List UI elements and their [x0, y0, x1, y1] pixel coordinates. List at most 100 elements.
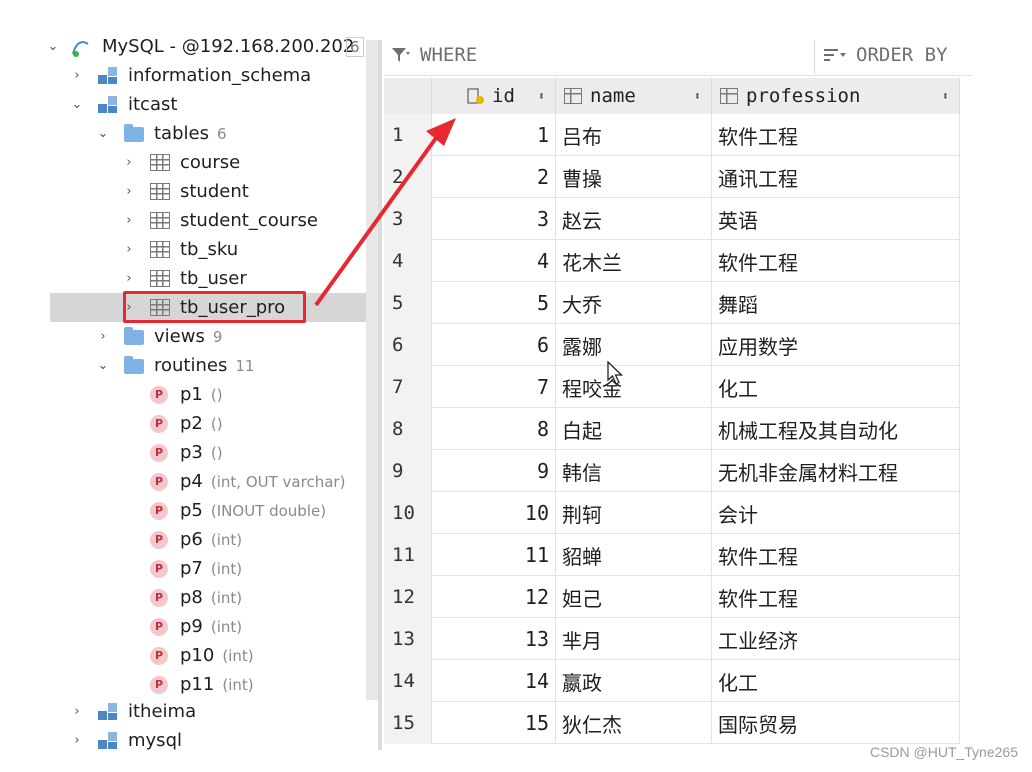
chevron-right-icon[interactable]: ›	[122, 184, 136, 199]
tree-node-table[interactable]: › tb_user	[0, 264, 378, 293]
tree-node-routine[interactable]: P p5 (INOUT double)	[0, 496, 378, 525]
tree-node-routine[interactable]: P p10 (int)	[0, 641, 378, 670]
tree-node-routine[interactable]: P p11 (int)	[0, 670, 378, 699]
cell-profession[interactable]: 机械工程及其自动化	[712, 408, 960, 450]
cell-name[interactable]: 程咬金	[556, 366, 712, 408]
column-header-id[interactable]: id ⬍	[432, 78, 556, 114]
cell-id[interactable]: 7	[432, 366, 556, 408]
cell-name[interactable]: 芈月	[556, 618, 712, 660]
row-number[interactable]: 11	[384, 534, 432, 576]
tree-node-routine[interactable]: P p1 ()	[0, 380, 378, 409]
cell-name[interactable]: 貂蝉	[556, 534, 712, 576]
chevron-right-icon[interactable]: ›	[122, 242, 136, 257]
where-filter[interactable]: WHERE	[390, 44, 477, 66]
cell-profession[interactable]: 通讯工程	[712, 156, 960, 198]
table-row[interactable]: 11 11 貂蝉 软件工程	[384, 534, 960, 576]
row-number[interactable]: 8	[384, 408, 432, 450]
chevron-right-icon[interactable]: ›	[70, 704, 84, 719]
chevron-down-icon[interactable]: ⌄	[96, 358, 110, 373]
tree-node-table[interactable]: › course	[0, 148, 378, 177]
cell-id[interactable]: 6	[432, 324, 556, 366]
cell-profession[interactable]: 国际贸易	[712, 702, 960, 744]
tree-node-table[interactable]: › student	[0, 177, 378, 206]
row-number[interactable]: 2	[384, 156, 432, 198]
cell-id[interactable]: 9	[432, 450, 556, 492]
table-row[interactable]: 15 15 狄仁杰 国际贸易	[384, 702, 960, 744]
tree-node-connection[interactable]: ⌄ MySQL - @192.168.200.202 6	[0, 32, 378, 61]
cell-name[interactable]: 花木兰	[556, 240, 712, 282]
cell-id[interactable]: 2	[432, 156, 556, 198]
row-number[interactable]: 6	[384, 324, 432, 366]
table-row[interactable]: 6 6 露娜 应用数学	[384, 324, 960, 366]
tree-node-routine[interactable]: P p9 (int)	[0, 612, 378, 641]
cell-profession[interactable]: 无机非金属材料工程	[712, 450, 960, 492]
cell-id[interactable]: 10	[432, 492, 556, 534]
cell-name[interactable]: 赵云	[556, 198, 712, 240]
tree-node-routine[interactable]: P p4 (int, OUT varchar)	[0, 467, 378, 496]
cell-id[interactable]: 15	[432, 702, 556, 744]
tree-node-table[interactable]: › tb_sku	[0, 235, 378, 264]
row-number[interactable]: 9	[384, 450, 432, 492]
cell-id[interactable]: 3	[432, 198, 556, 240]
cell-id[interactable]: 13	[432, 618, 556, 660]
table-row[interactable]: 2 2 曹操 通讯工程	[384, 156, 960, 198]
column-header-profession[interactable]: profession ⬍	[712, 78, 960, 114]
tree-node-routines-folder[interactable]: ⌄ routines 11	[0, 351, 378, 380]
table-row[interactable]: 13 13 芈月 工业经济	[384, 618, 960, 660]
row-number[interactable]: 7	[384, 366, 432, 408]
column-header-name[interactable]: name ⬍	[556, 78, 712, 114]
row-number[interactable]: 12	[384, 576, 432, 618]
cell-profession[interactable]: 化工	[712, 366, 960, 408]
cell-profession[interactable]: 软件工程	[712, 114, 960, 156]
sort-toggle-icon[interactable]: ⬍	[694, 89, 701, 103]
tree-node-mysql[interactable]: › mysql	[0, 726, 378, 755]
cell-id[interactable]: 14	[432, 660, 556, 702]
cell-name[interactable]: 韩信	[556, 450, 712, 492]
cell-profession[interactable]: 舞蹈	[712, 282, 960, 324]
tree-node-itheima[interactable]: › itheima	[0, 697, 378, 726]
cell-profession[interactable]: 软件工程	[712, 534, 960, 576]
cell-profession[interactable]: 软件工程	[712, 576, 960, 618]
tree-node-views-folder[interactable]: › views 9	[0, 322, 378, 351]
cell-name[interactable]: 吕布	[556, 114, 712, 156]
table-row[interactable]: 10 10 荆轲 会计	[384, 492, 960, 534]
cell-profession[interactable]: 化工	[712, 660, 960, 702]
cell-profession[interactable]: 应用数学	[712, 324, 960, 366]
table-row[interactable]: 12 12 妲己 软件工程	[384, 576, 960, 618]
order-by-filter[interactable]: ORDER BY	[822, 44, 948, 66]
chevron-right-icon[interactable]: ›	[122, 271, 136, 286]
row-number[interactable]: 5	[384, 282, 432, 324]
table-row[interactable]: 1 1 吕布 软件工程	[384, 114, 960, 156]
tree-node-routine[interactable]: P p8 (int)	[0, 583, 378, 612]
cell-name[interactable]: 大乔	[556, 282, 712, 324]
cell-id[interactable]: 1	[432, 114, 556, 156]
cell-id[interactable]: 4	[432, 240, 556, 282]
row-number[interactable]: 1	[384, 114, 432, 156]
chevron-down-icon[interactable]: ⌄	[96, 126, 110, 141]
row-number[interactable]: 10	[384, 492, 432, 534]
chevron-right-icon[interactable]: ›	[122, 213, 136, 228]
chevron-down-icon[interactable]: ⌄	[70, 97, 84, 112]
table-row[interactable]: 5 5 大乔 舞蹈	[384, 282, 960, 324]
table-row[interactable]: 3 3 赵云 英语	[384, 198, 960, 240]
tree-node-routine[interactable]: P p2 ()	[0, 409, 378, 438]
tree-scrollbar[interactable]	[366, 40, 378, 700]
chevron-right-icon[interactable]: ›	[96, 329, 110, 344]
cell-name[interactable]: 荆轲	[556, 492, 712, 534]
cell-id[interactable]: 5	[432, 282, 556, 324]
tree-node-table[interactable]: › student_course	[0, 206, 378, 235]
tree-node-routine[interactable]: P p7 (int)	[0, 554, 378, 583]
cell-profession[interactable]: 工业经济	[712, 618, 960, 660]
table-row[interactable]: 8 8 白起 机械工程及其自动化	[384, 408, 960, 450]
chevron-right-icon[interactable]: ›	[70, 68, 84, 83]
chevron-right-icon[interactable]: ›	[70, 733, 84, 748]
cell-profession[interactable]: 会计	[712, 492, 960, 534]
tree-node-information-schema[interactable]: › information_schema	[0, 61, 378, 90]
row-number[interactable]: 3	[384, 198, 432, 240]
table-row[interactable]: 9 9 韩信 无机非金属材料工程	[384, 450, 960, 492]
cell-name[interactable]: 曹操	[556, 156, 712, 198]
panel-splitter[interactable]	[378, 40, 382, 750]
row-number[interactable]: 4	[384, 240, 432, 282]
tree-node-routine[interactable]: P p3 ()	[0, 438, 378, 467]
cell-name[interactable]: 露娜	[556, 324, 712, 366]
